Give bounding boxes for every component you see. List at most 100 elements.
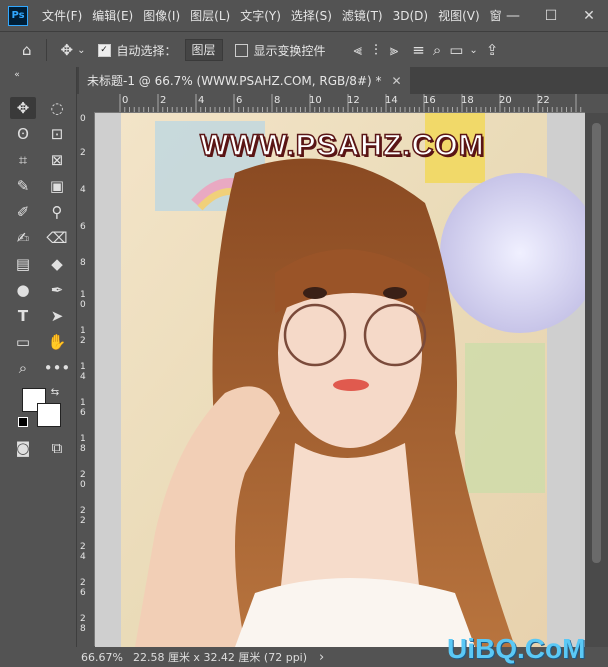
ruler-label: 4	[80, 185, 86, 195]
eye-left	[303, 287, 327, 299]
green-block	[465, 343, 545, 493]
ruler-label: 2 4	[80, 542, 86, 562]
more-tools-icon[interactable]: •••	[44, 357, 71, 379]
marquee-tool[interactable]: ◌	[44, 97, 70, 119]
menu-image[interactable]: 图像(I)	[143, 7, 180, 24]
ruler-label: 8	[274, 95, 281, 106]
menu-type[interactable]: 文字(Y)	[240, 7, 281, 24]
status-arrow-icon[interactable]: ›	[319, 650, 324, 665]
ruler-label: 2 2	[80, 506, 86, 526]
align-left-icon[interactable]: ⫷	[354, 41, 362, 59]
eraser-tool[interactable]: ⌫	[44, 227, 70, 249]
default-colors-icon[interactable]	[18, 417, 28, 427]
minimize-icon: —	[506, 7, 520, 24]
menu-file[interactable]: 文件(F)	[42, 7, 82, 24]
dodge-tool[interactable]: ●	[10, 279, 36, 301]
crop-tool[interactable]: ⌗	[10, 149, 36, 171]
path-select-tool[interactable]: ➤	[44, 305, 70, 327]
pen-tool[interactable]: ✒	[44, 279, 70, 301]
close-button[interactable]: ✕	[570, 0, 608, 31]
lasso-tool[interactable]: ʘ	[10, 123, 36, 145]
photoshop-logo: Ps	[8, 5, 28, 26]
menu-layer[interactable]: 图层(L)	[190, 7, 230, 24]
ruler-label: 0	[80, 114, 86, 124]
watermark-text: WWW.PSAHZ.COM	[199, 128, 485, 163]
align-right-icon[interactable]: ⫸	[390, 41, 398, 59]
ruler-label: 20	[499, 95, 512, 106]
document-tab[interactable]: 未标题-1 @ 66.7% (WWW.PSAHZ.COM, RGB/8#) * …	[79, 67, 410, 94]
tools-panel: « ✥ ◌ ʘ ⊡ ⌗ ⊠ ✎ ▣ ✐ ⚲ ✍ ⌫ ▤ ◆ ● ✒ T ➤ ▭ …	[0, 67, 77, 647]
ruler-label: 18	[461, 95, 474, 106]
move-tool[interactable]: ✥	[10, 97, 36, 119]
menu-filter[interactable]: 滤镜(T)	[342, 7, 383, 24]
ruler-label: 22	[537, 95, 550, 106]
history-brush-tool[interactable]: ✍	[10, 227, 36, 249]
brush-tool[interactable]: ✐	[10, 201, 36, 223]
maximize-icon: ☐	[544, 7, 558, 24]
background-color-swatch[interactable]	[37, 403, 61, 427]
swap-colors-icon[interactable]: ⇆	[48, 385, 62, 399]
ruler-label: 12	[347, 95, 360, 106]
document-tab-bar: 未标题-1 @ 66.7% (WWW.PSAHZ.COM, RGB/8#) * …	[77, 67, 608, 94]
ruler-label: 2 8	[80, 614, 86, 634]
distribute-icon[interactable]: ≡	[412, 41, 425, 59]
auto-select-label: 自动选择：	[116, 43, 177, 58]
workspace-icon[interactable]: ▭	[449, 41, 463, 59]
ruler-label: 2	[160, 95, 167, 106]
type-tool[interactable]: T	[10, 305, 36, 327]
menu-3d[interactable]: 3D(D)	[393, 9, 428, 23]
collapse-icon[interactable]: «	[4, 70, 30, 80]
maximize-button[interactable]: ☐	[532, 0, 570, 31]
frame-tool[interactable]: ⊠	[44, 149, 70, 171]
screen-mode-icon[interactable]: ⧉	[44, 437, 70, 459]
canvas-image	[121, 113, 585, 647]
home-icon[interactable]: ⌂	[22, 41, 32, 59]
menu-view[interactable]: 视图(V)	[438, 7, 480, 24]
scrollbar-thumb[interactable]	[592, 123, 601, 563]
ruler-label: 8	[80, 258, 86, 268]
menu-edit[interactable]: 编辑(E)	[92, 7, 133, 24]
gradient-tool[interactable]: ▤	[10, 253, 36, 275]
minimize-button[interactable]: —	[494, 0, 532, 31]
eyedropper-tool[interactable]: ✎	[10, 175, 36, 197]
ruler-label: 1 6	[80, 398, 86, 418]
site-watermark: UiBQ.CoM	[447, 633, 586, 664]
ruler-label: 1 8	[80, 434, 86, 454]
ruler-label: 1 0	[80, 290, 86, 310]
chevron-down-icon[interactable]: ⌄	[469, 45, 477, 56]
ruler-corner	[77, 94, 95, 113]
rectangle-tool[interactable]: ▭	[10, 331, 36, 353]
ruler-label: 2 6	[80, 578, 86, 598]
canvas-area[interactable]: WWW.PSAHZ.COM	[95, 113, 585, 647]
ruler-label: 6	[80, 222, 86, 232]
ruler-label: 10	[309, 95, 322, 106]
ruler-label: 16	[423, 95, 436, 106]
search-icon[interactable]: ⌕	[433, 41, 441, 59]
zoom-tool[interactable]: ⌕	[10, 357, 36, 379]
align-center-icon[interactable]: ⫶	[374, 41, 378, 59]
lips-shape	[333, 379, 369, 391]
ruler-label: 2 0	[80, 470, 86, 490]
horizontal-ruler: 0 2 4 6 8 10 12 14 16 18 20 22	[94, 94, 585, 113]
move-tool-icon[interactable]: ✥	[61, 41, 74, 59]
close-icon: ✕	[583, 7, 595, 24]
auto-select-checkbox[interactable]: ✓	[97, 43, 111, 57]
stamp-tool[interactable]: ⚲	[44, 201, 70, 223]
quick-select-tool[interactable]: ⊡	[44, 123, 70, 145]
zoom-level[interactable]: 66.67%	[81, 651, 123, 664]
quick-mask-icon[interactable]: ◙	[10, 437, 36, 459]
document-tab-title: 未标题-1 @ 66.7% (WWW.PSAHZ.COM, RGB/8#) *	[87, 74, 382, 88]
auto-select-dropdown[interactable]: 图层	[184, 39, 223, 61]
blur-tool[interactable]: ◆	[44, 253, 70, 275]
vertical-scrollbar[interactable]	[585, 113, 608, 647]
show-transform-checkbox[interactable]	[234, 43, 248, 57]
menu-select[interactable]: 选择(S)	[291, 7, 332, 24]
ruler-label: 1 2	[80, 326, 86, 346]
share-icon[interactable]: ⇪	[486, 41, 499, 59]
options-bar: ⌂ ✥ ⌄ ✓ 自动选择： 图层 显示变换控件 ⫷ ⫶ ⫸ ≡ ⌕ ▭ ⌄ ⇪	[0, 31, 608, 69]
chevron-down-icon[interactable]: ⌄	[77, 45, 85, 56]
object-select-tool[interactable]: ▣	[44, 175, 70, 197]
hand-tool[interactable]: ✋	[44, 331, 70, 353]
eye-right	[383, 287, 407, 299]
close-icon[interactable]: ✕	[392, 74, 402, 88]
